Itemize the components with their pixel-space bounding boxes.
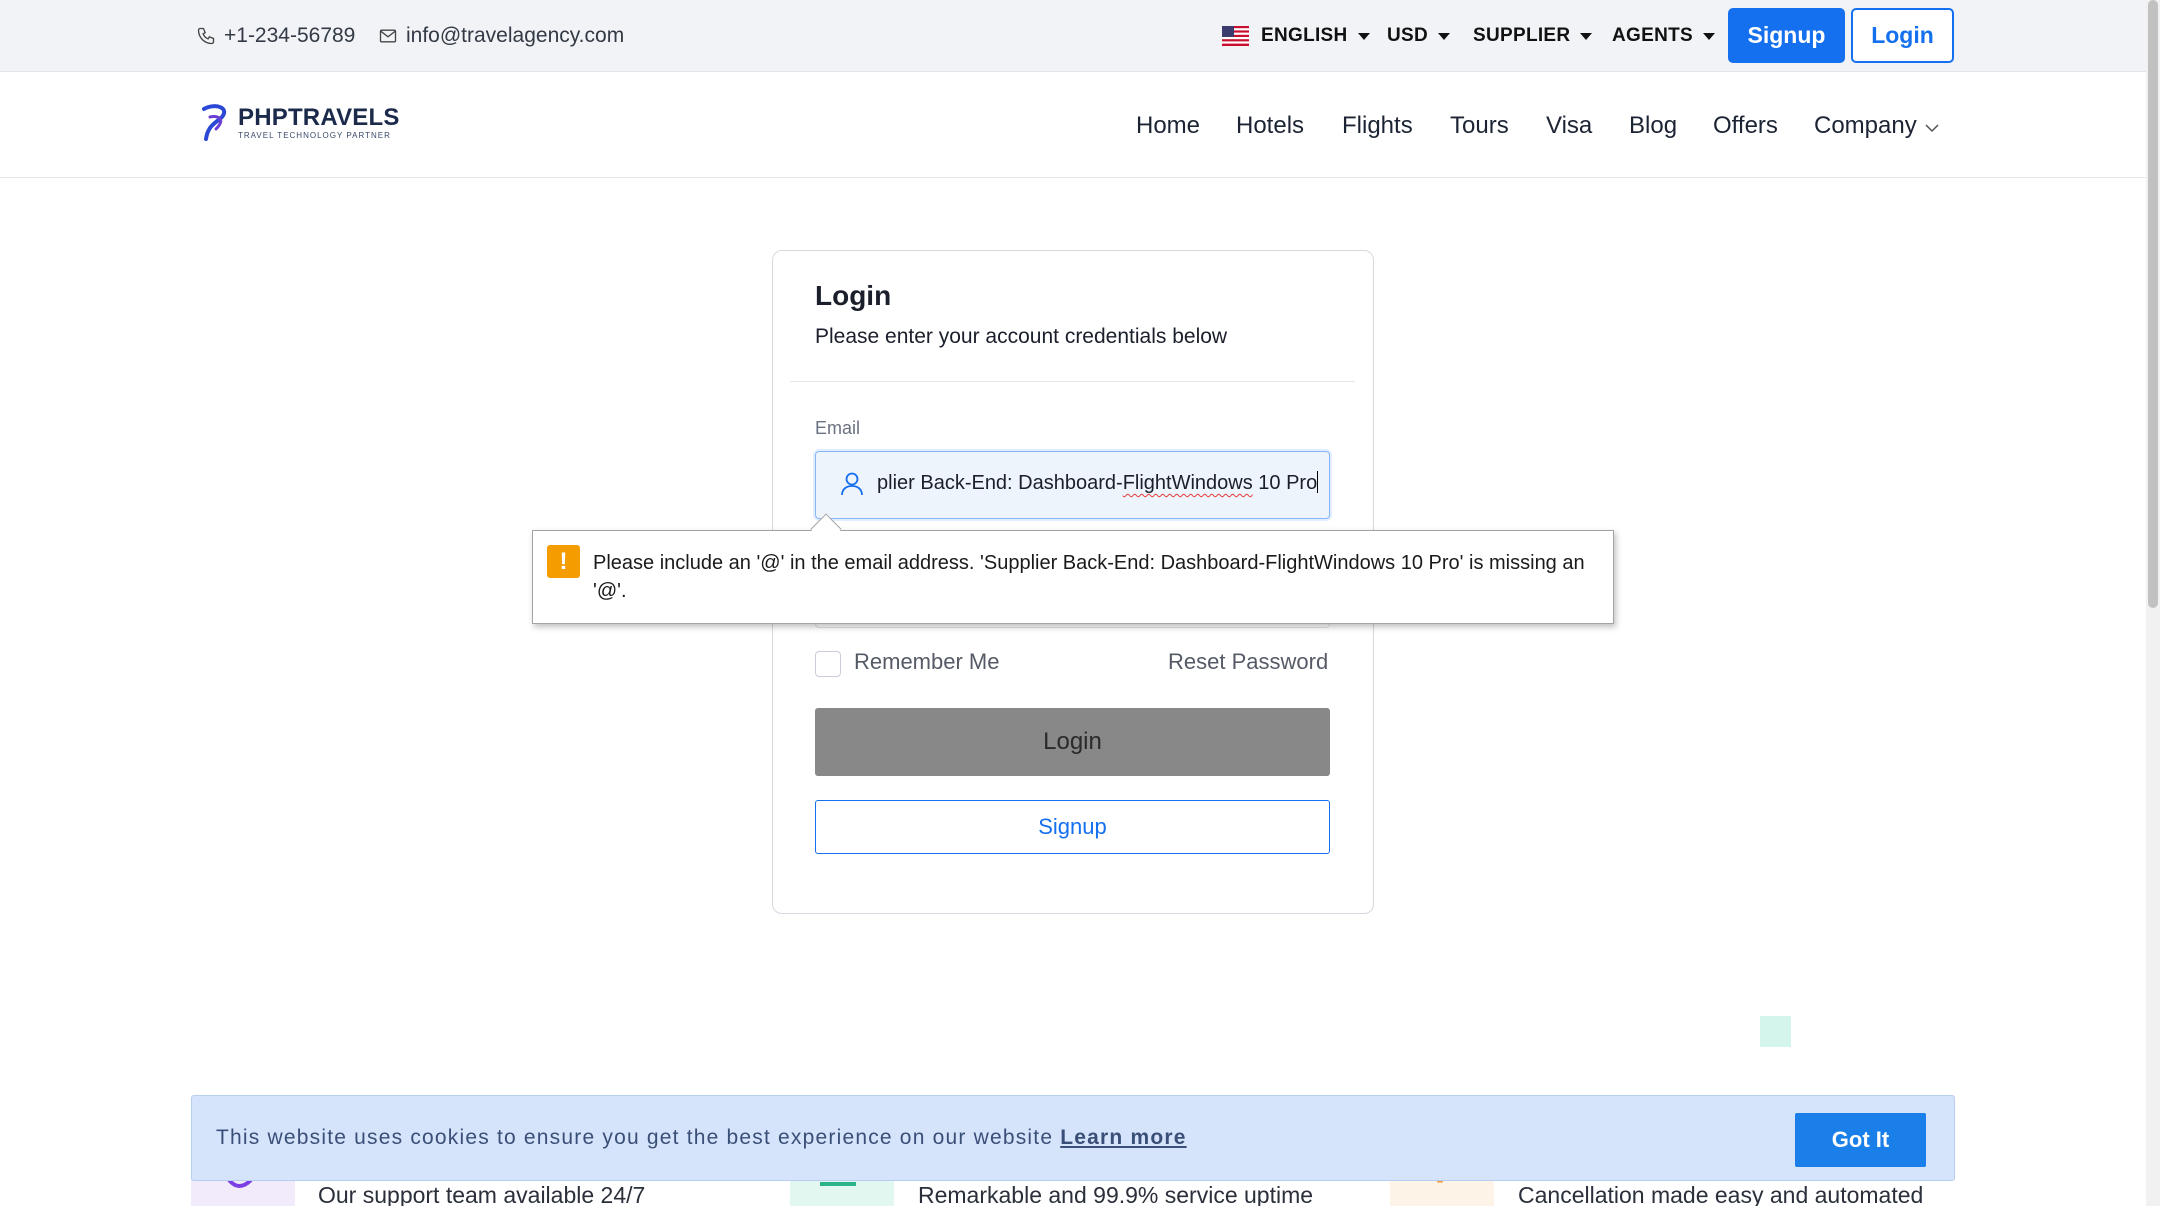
got-it-button[interactable]: Got It	[1795, 1113, 1926, 1167]
currency-label: USD	[1387, 25, 1429, 46]
remember-me-label[interactable]: Remember Me	[854, 649, 999, 675]
nav-tours[interactable]: Tours	[1450, 73, 1509, 178]
phone-number: +1-234-56789	[224, 24, 356, 47]
scrollbar-thumb[interactable]	[2148, 0, 2158, 608]
signup-button[interactable]: Signup	[815, 800, 1330, 854]
mail-icon	[379, 29, 397, 43]
supplier-label: SUPPLIER	[1473, 25, 1571, 46]
feature-support-text: Our support team available 24/7	[318, 1182, 646, 1206]
logo-mark-icon	[202, 104, 226, 141]
signup-button-top[interactable]: Signup	[1728, 8, 1845, 63]
nav-home[interactable]: Home	[1136, 73, 1200, 178]
email-input-value: plier Back-End: Dashboard-FlightWindows …	[877, 471, 1319, 494]
caret-down-icon	[1438, 32, 1451, 40]
misspelled-word: FlightWindows	[1122, 472, 1253, 494]
email-label: Email	[815, 418, 861, 438]
nav-visa[interactable]: Visa	[1546, 73, 1592, 178]
email-address: info@travelagency.com	[406, 24, 625, 47]
nav-offers[interactable]: Offers	[1713, 73, 1778, 178]
warning-icon: !	[547, 545, 580, 578]
nav-company[interactable]: Company	[1814, 73, 1939, 178]
caret-down-icon	[1580, 32, 1593, 40]
chevron-down-icon	[1925, 123, 1939, 132]
validation-tooltip: ! Please include an '@' in the email add…	[532, 530, 1614, 624]
text-cursor	[1317, 471, 1319, 493]
agents-label: AGENTS	[1612, 25, 1693, 46]
feature-cancellation-text: Cancellation made easy and automated	[1518, 1182, 1924, 1206]
login-subtitle: Please enter your account credentials be…	[815, 325, 1228, 348]
login-button-top[interactable]: Login	[1851, 8, 1954, 63]
feature-uptime-text: Remarkable and 99.9% service uptime	[918, 1182, 1314, 1206]
nav-company-label: Company	[1814, 111, 1917, 139]
card-divider	[790, 381, 1355, 382]
logo-name: PHPTRAVELS	[238, 104, 400, 131]
phone-contact[interactable]: +1-234-56789	[196, 0, 355, 72]
agents-dropdown[interactable]: AGENTS	[1612, 0, 1715, 72]
validation-message: Please include an '@' in the email addre…	[593, 552, 1585, 602]
login-submit-button[interactable]: Login	[815, 708, 1330, 776]
cookie-banner: This website uses cookies to ensure you …	[191, 1095, 1955, 1181]
us-flag-icon	[1222, 26, 1249, 46]
nav-flights[interactable]: Flights	[1342, 73, 1413, 178]
cookie-text: This website uses cookies to ensure you …	[216, 1126, 1187, 1149]
language-dropdown[interactable]: ENGLISH	[1222, 0, 1370, 72]
reset-password-link[interactable]: Reset Password	[1168, 649, 1328, 675]
logo-tagline: TRAVEL TECHNOLOGY PARTNER	[238, 131, 391, 140]
language-label: ENGLISH	[1261, 25, 1348, 46]
phone-icon	[197, 27, 215, 45]
user-icon	[841, 472, 863, 496]
nav-blog[interactable]: Blog	[1629, 73, 1677, 178]
email-contact[interactable]: info@travelagency.com	[378, 0, 624, 72]
caret-down-icon	[1357, 32, 1370, 40]
login-title: Login	[815, 280, 892, 311]
decorative-square	[1760, 1016, 1791, 1047]
nav-hotels[interactable]: Hotels	[1236, 73, 1304, 178]
caret-down-icon	[1702, 32, 1715, 40]
currency-dropdown[interactable]: USD	[1387, 0, 1451, 72]
supplier-dropdown[interactable]: SUPPLIER	[1473, 0, 1593, 72]
remember-me-checkbox[interactable]	[815, 651, 841, 677]
learn-more-link[interactable]: Learn more	[1060, 1126, 1186, 1149]
site-logo[interactable]: PHPTRAVELS TRAVEL TECHNOLOGY PARTNER	[200, 103, 400, 143]
